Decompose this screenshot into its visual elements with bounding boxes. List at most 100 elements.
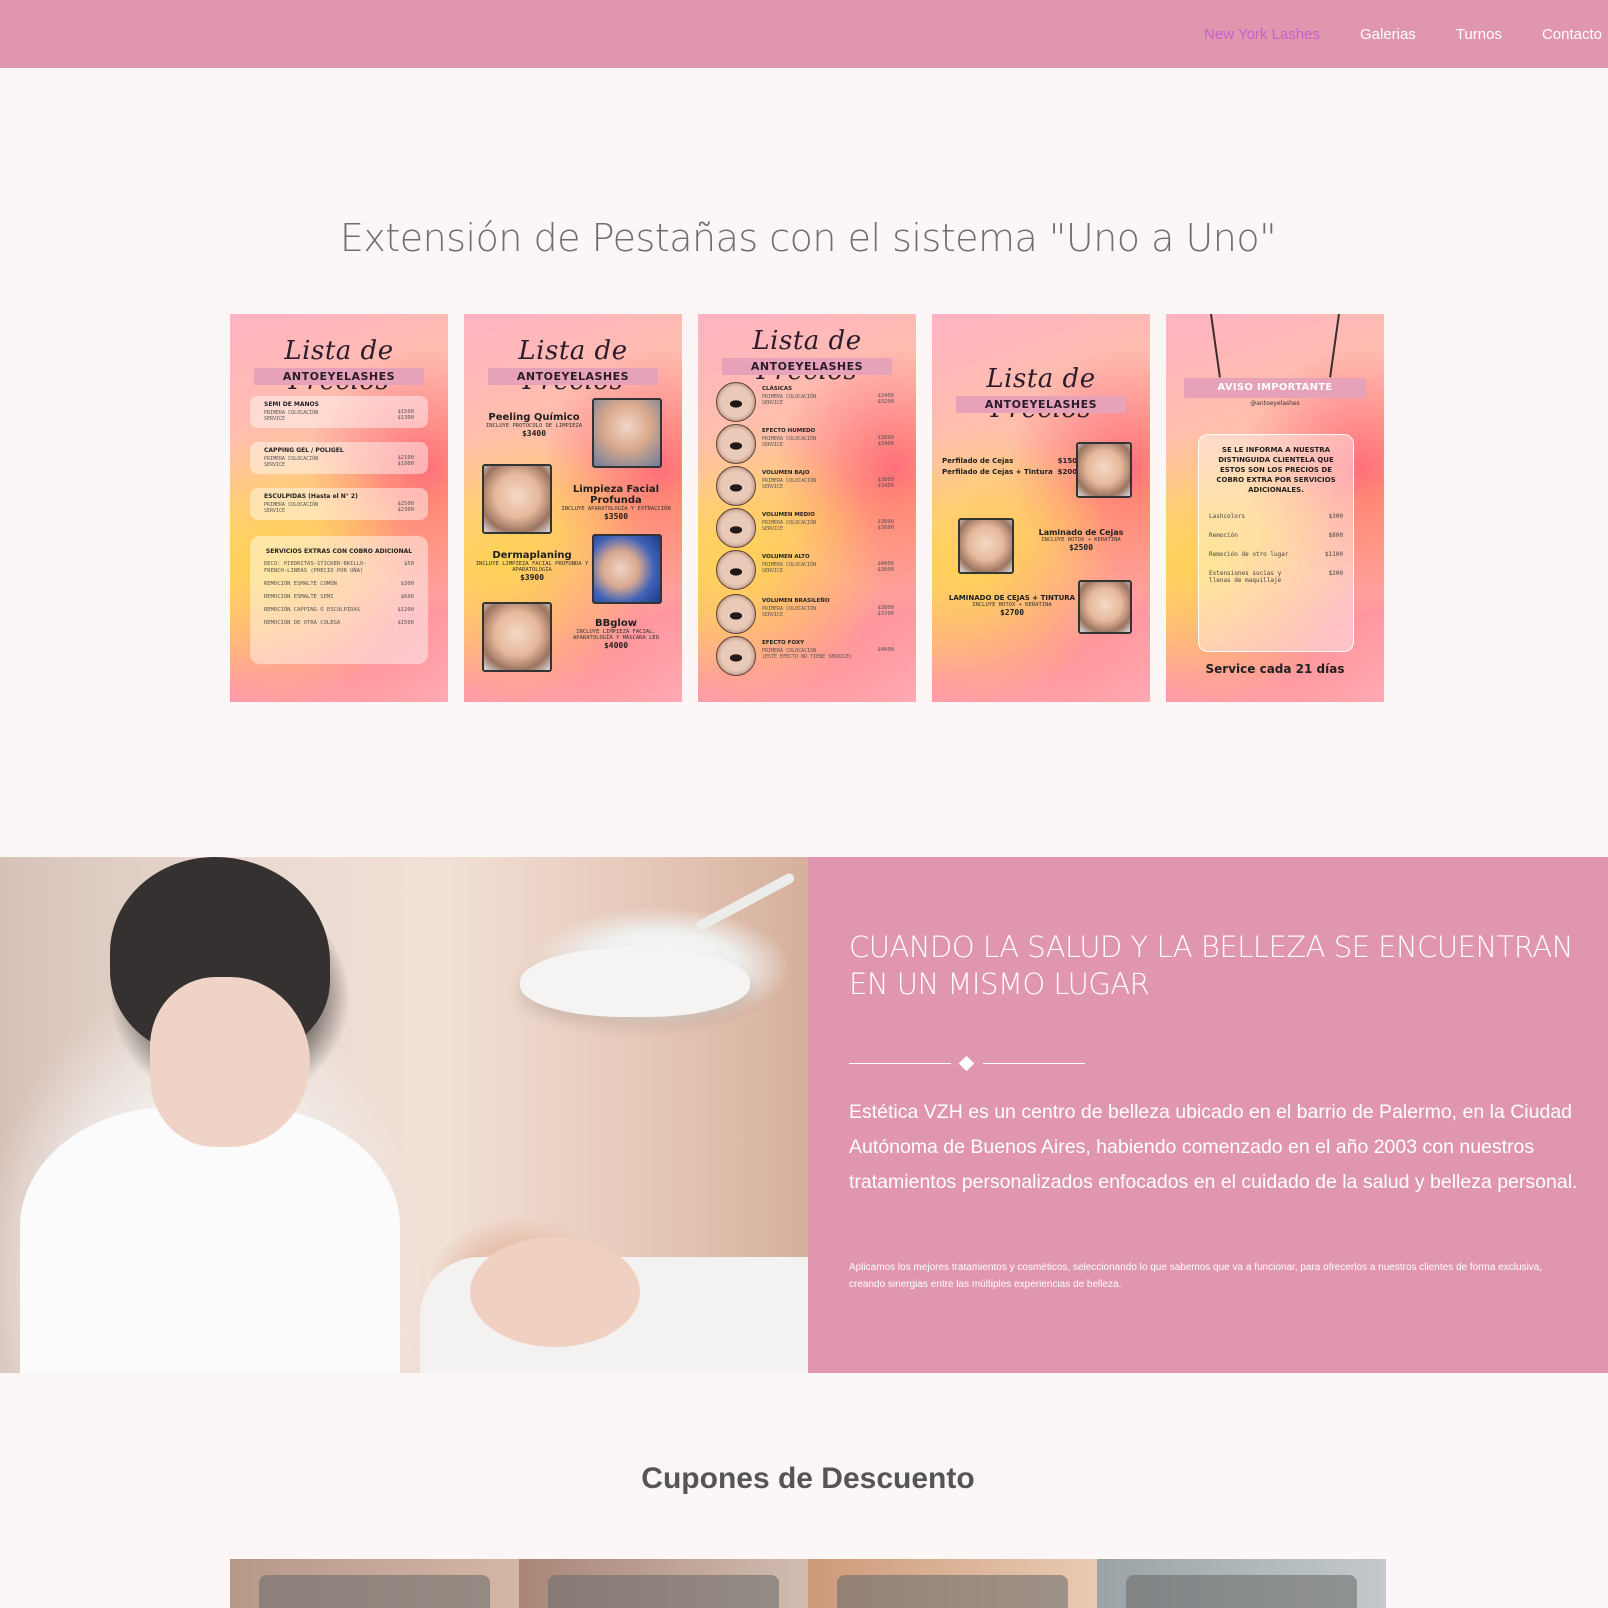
eye-photo <box>716 508 756 548</box>
nav-menu: New York Lashes Galerias Turnos Contacto <box>1204 0 1602 68</box>
eye-photo <box>716 424 756 464</box>
service-sub: INCLUYE LIMPIEZA FACIAL, APARATOLOGÍA Y … <box>572 629 660 641</box>
about-panel: CUANDO LA SALUD Y LA BELLEZA SE ENCUENTR… <box>808 857 1608 1373</box>
service-name: Limpieza Facial Profunda <box>572 484 660 506</box>
notice-label: Lashcolors <box>1209 513 1246 520</box>
lash-row-title: CLÁSICAS <box>762 386 793 392</box>
service-block: Limpieza Facial Profunda INCLUYE APARATO… <box>554 484 678 521</box>
eye-photo <box>716 466 756 506</box>
brow-name: Perfilado de Cejas + Tintura <box>942 468 1053 476</box>
notice-price: $1100 <box>1324 551 1343 558</box>
brow-name: Perfilado de Cejas <box>942 457 1014 465</box>
coupons-grid <box>230 1559 1386 1608</box>
lash-row-price: $3800 $3400 <box>877 435 894 447</box>
lash-row: VOLUMEN BAJO PRIMERA COLOCACIÓN SERVICE … <box>716 466 902 506</box>
service-photo <box>482 602 552 672</box>
divider-line <box>849 1063 951 1064</box>
coupon-overlay <box>837 1575 1068 1608</box>
lash-row: VOLUMEN ALTO PRIMERA COLOCACIÓN SERVICE … <box>716 550 902 590</box>
lash-row-title: VOLUMEN MEDIO <box>762 512 815 518</box>
about-photo-lash-treatment <box>0 857 808 1373</box>
notice-label: Extensiones sucias y llenas de maquillaj… <box>1209 570 1282 584</box>
coupons-title: Cupones de Descuento <box>641 1462 975 1495</box>
coupon-card[interactable] <box>1097 1559 1386 1608</box>
nav-link-new-york-lashes[interactable]: New York Lashes <box>1204 26 1320 43</box>
lash-row: VOLUMEN MEDIO PRIMERA COLOCACIÓN SERVICE… <box>716 508 902 548</box>
flyer-heading: Lista de Precios <box>986 364 1096 424</box>
notice-line: Extensiones sucias y llenas de maquillaj… <box>1199 570 1353 584</box>
service-block: Laminado de Cejas INCLUYE BOTOX + KERATI… <box>1016 528 1146 552</box>
service-name: Laminado de Cejas <box>1038 528 1124 537</box>
photo-lamp-head <box>520 947 750 1017</box>
extras-title: SERVICIOS EXTRAS CON COBRO ADICIONAL <box>265 548 413 555</box>
lash-row: VOLUMEN BRASILEÑO PRIMERA COLOCACIÓN SER… <box>716 594 902 634</box>
lash-row: EFECTO FOXY PRIMERA COLOCACIÓN (ESTE EFE… <box>716 636 902 676</box>
price-flyer-nails[interactable]: Lista de Precios ANTOEYELASHES SEMI DE M… <box>230 314 448 702</box>
service-photo <box>592 534 662 604</box>
notice-footer: Service cada 21 días <box>1205 662 1345 676</box>
price-flyer-brows[interactable]: Lista de Precios ANTOEYELASHES Perfilado… <box>932 314 1150 702</box>
nav-link-turnos[interactable]: Turnos <box>1456 26 1502 43</box>
extras-line: DECO: PIEDRITAS-STICKER-BRILLO-FRENCH-LI… <box>250 561 428 575</box>
service-block: Dermaplaning INCLUYE LIMPIEZA FACIAL PRO… <box>470 550 594 582</box>
price-row-sub: PRIMERA COLOCACIÓN SERVICE <box>264 410 319 422</box>
lash-row: CLÁSICAS PRIMERA COLOCACIÓN SERVICE $340… <box>716 382 902 422</box>
about-lead-paragraph: Estética VZH es un centro de belleza ubi… <box>849 1101 1578 1193</box>
nav-link-contacto[interactable]: Contacto <box>1542 26 1602 43</box>
price-row: CAPPING GEL / POLIGEL PRIMERA COLOCACIÓN… <box>250 442 428 474</box>
about-small-paragraph: Aplicamos los mejores tratamientos y cos… <box>849 1262 1543 1290</box>
ornamental-divider <box>849 1055 1085 1072</box>
service-block: LAMINADO DE CEJAS + TINTURA INCLUYE BOTO… <box>942 594 1082 617</box>
coupon-card[interactable] <box>808 1559 1097 1608</box>
service-block: BBglow INCLUYE LIMPIEZA FACIAL, APARATOL… <box>556 618 676 650</box>
service-sub: INCLUYE LIMPIEZA FACIAL PROFUNDA Y APARA… <box>475 561 589 573</box>
photo-patient-face <box>470 1237 640 1347</box>
service-photo <box>592 398 662 468</box>
extras-price: $1200 <box>397 607 414 613</box>
service-name: LAMINADO DE CEJAS + TINTURA <box>948 594 1076 602</box>
lash-row-price: $3800 $3600 <box>877 519 894 531</box>
photo-lamp-arm <box>694 871 796 933</box>
extras-label: REMOCIÓN ESMALTE SEMI <box>264 594 334 600</box>
notice-text: SE LE INFORMA A NUESTRA DISTINGUIDA CLIE… <box>1216 446 1336 494</box>
price-row: SEMI DE MANOS PRIMERA COLOCACIÓN SERVICE… <box>250 396 428 428</box>
lash-row-title: EFECTO HUMEDO <box>762 428 816 434</box>
coupon-card[interactable] <box>230 1559 519 1608</box>
brow-list: Perfilado de Cejas $1500 Perfilado de Cej… <box>942 456 1082 478</box>
flyer-brand: ANTOEYELASHES <box>956 396 1126 413</box>
lash-row-title: VOLUMEN ALTO <box>762 554 810 560</box>
price-row-title: CAPPING GEL / POLIGEL <box>264 447 344 454</box>
notice-label: Remoción de otro lugar <box>1209 551 1289 558</box>
price-row-price: $2500 $2300 <box>397 501 414 513</box>
extras-line: REMOCIÓN CAPPING O ESCULPIDAS $1200 <box>250 607 428 614</box>
service-name: Peeling Químico <box>488 412 580 423</box>
price-row-title: SEMI DE MANOS <box>264 401 319 408</box>
extras-label: REMOCIÓN DE OTRA COLEGA <box>264 620 341 626</box>
service-photo <box>1076 442 1132 498</box>
notice-line: Remoción $800 <box>1199 532 1353 539</box>
price-row-price: $2100 $1900 <box>397 455 414 467</box>
eye-photo <box>716 550 756 590</box>
coupon-card[interactable] <box>519 1559 808 1608</box>
notice-line: Lashcolors $300 <box>1199 513 1353 520</box>
brow-line: Perfilado de Cejas + Tintura $2000 <box>942 467 1082 478</box>
price-flyer-lashes[interactable]: Lista de Precios ANTOEYELASHES CLÁSICAS … <box>698 314 916 702</box>
lash-row-title: EFECTO FOXY <box>762 640 805 646</box>
notice-price: $300 <box>1328 513 1343 520</box>
service-photo <box>958 518 1014 574</box>
lash-row-price: $4000 <box>877 647 894 653</box>
photo-face-shape <box>150 977 310 1147</box>
price-row-sub: PRIMERA COLOCACIÓN SERVICE <box>264 502 319 514</box>
price-flyer-facial[interactable]: Lista de Precios ANTOEYELASHES Peeling Q… <box>464 314 682 702</box>
nav-link-galerias[interactable]: Galerias <box>1360 26 1416 43</box>
price-flyer-notice[interactable]: AVISO IMPORTANTE @antoeyelashes SE LE IN… <box>1166 314 1384 702</box>
extras-price: $600 <box>400 594 414 600</box>
lash-row-price: $3800 $3700 <box>877 605 894 617</box>
price-row-title: ESCULPIDAS (Hasta el N° 2) <box>264 493 358 500</box>
notice-price: $200 <box>1328 570 1343 577</box>
lash-row-sub: PRIMERA COLOCACIÓN SERVICE <box>762 478 817 490</box>
photo-coat-shape <box>20 1107 400 1373</box>
notice-label: Remoción <box>1209 532 1238 539</box>
lash-row-sub: PRIMERA COLOCACIÓN SERVICE <box>762 436 817 448</box>
service-photo <box>1078 580 1132 634</box>
